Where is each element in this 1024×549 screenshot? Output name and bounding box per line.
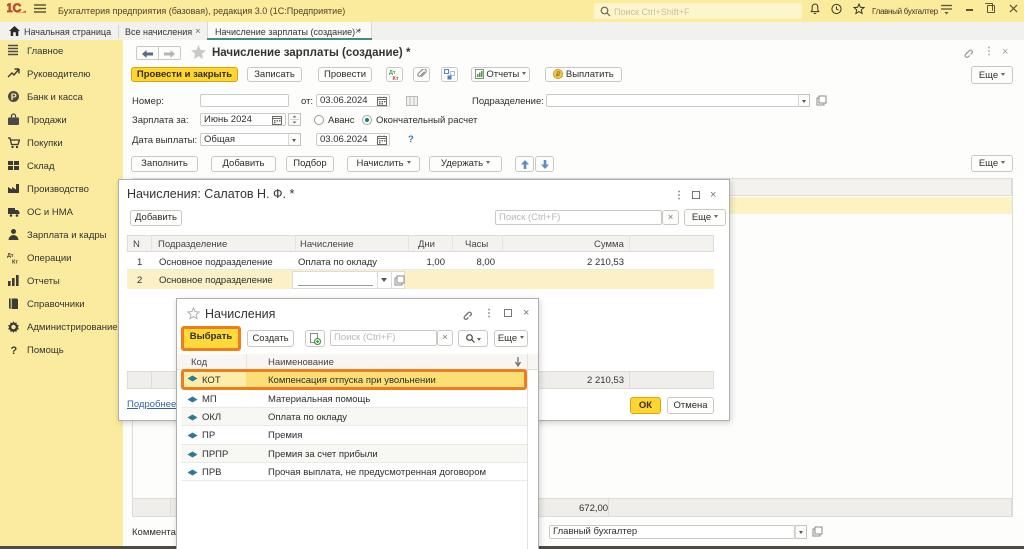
svg-text:₽: ₽ bbox=[556, 71, 561, 79]
svg-text:1С: 1С bbox=[7, 2, 22, 13]
svg-text:?: ? bbox=[11, 345, 18, 356]
svg-text:P: P bbox=[11, 91, 17, 101]
svg-text:Дт: Дт bbox=[7, 253, 14, 259]
svg-text:Кт: Кт bbox=[392, 76, 398, 80]
svg-text:Кт: Кт bbox=[12, 259, 18, 264]
